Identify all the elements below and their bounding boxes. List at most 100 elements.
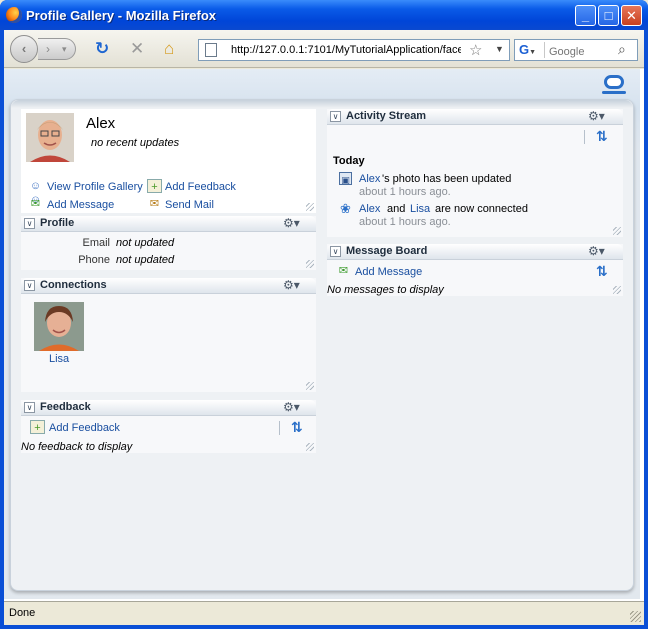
panel-title: Feedback (40, 401, 91, 413)
panel-header: ∨ Message Board ⚙▾ (327, 244, 623, 260)
panel-header: ∨ Activity Stream ⚙▾ (327, 109, 623, 125)
resize-grip[interactable] (306, 443, 314, 451)
gear-icon[interactable]: ⚙▾ (283, 279, 300, 292)
gear-icon[interactable]: ⚙▾ (588, 110, 605, 123)
add-message-link[interactable]: Add Message (47, 199, 114, 211)
collapse-chevron-icon[interactable]: ∨ (24, 280, 35, 291)
activity-group-label: Today (333, 155, 365, 167)
collapse-chevron-icon[interactable]: ∨ (24, 218, 35, 229)
maximize-button[interactable]: □ (598, 5, 619, 26)
add-feedback-icon[interactable]: + (30, 420, 45, 434)
add-message-icon[interactable]: ✉ (28, 197, 43, 211)
feedback-empty-text: No feedback to display (21, 441, 133, 453)
connections-panel: ∨ Connections ⚙▾ Lisa (21, 278, 316, 392)
avatar[interactable] (26, 113, 74, 162)
activity-user-link[interactable]: Alex (359, 203, 380, 215)
forward-button[interactable]: › ▾ (38, 38, 76, 60)
add-message-link[interactable]: Add Message (355, 266, 422, 278)
stop-icon[interactable]: ✕ (130, 39, 144, 59)
title-bar[interactable]: Profile Gallery - Mozilla Firefox _ □ ✕ (0, 0, 648, 30)
refresh-icon[interactable]: ⇅ (596, 129, 611, 144)
phone-label: Phone (78, 254, 110, 266)
forward-arrow-icon: › (46, 42, 50, 56)
add-feedback-link[interactable]: Add Feedback (49, 422, 120, 434)
panel-header: ∨ Connections ⚙▾ (21, 278, 316, 294)
collapse-chevron-icon[interactable]: ∨ (330, 111, 341, 122)
resize-grip[interactable] (613, 227, 621, 235)
message-board-empty-text: No messages to display (327, 284, 444, 296)
activity-text: are now connected (435, 203, 528, 215)
firefox-logo-icon (6, 7, 22, 23)
bookmark-star-icon[interactable]: ☆ (469, 41, 482, 59)
resize-grip[interactable] (613, 286, 621, 294)
send-mail-link[interactable]: Send Mail (165, 199, 214, 211)
activity-stream-panel: ∨ Activity Stream ⚙▾ ⇅ Today ▣ Alex 's p… (327, 109, 623, 237)
search-engine-icon[interactable]: G▼ (517, 42, 545, 58)
activity-user-link[interactable]: Alex (359, 173, 380, 185)
phone-value: not updated (116, 254, 175, 266)
panel-title: Profile (40, 217, 75, 229)
page-content: Alex no recent updates ☺☺ View Profile G… (4, 69, 644, 601)
photo-update-icon: ▣ (339, 172, 352, 185)
connection-name-link[interactable]: Lisa (49, 353, 69, 365)
add-feedback-icon[interactable]: + (147, 179, 162, 193)
connection-avatar[interactable] (34, 302, 84, 351)
url-input[interactable]: http://127.0.0.1:7101/MyTutorialApplicat… (231, 44, 461, 56)
search-icon[interactable]: ⌕ (618, 41, 626, 58)
panel-header: ∨ Profile ⚙▾ (21, 216, 316, 232)
activity-text: 's photo has been updated (382, 173, 512, 185)
resize-grip[interactable] (306, 203, 314, 211)
view-profile-gallery-link[interactable]: View Profile Gallery (47, 181, 143, 193)
dashboard-area: Alex no recent updates ☺☺ View Profile G… (10, 99, 634, 591)
connection-icon: ❀ (340, 201, 351, 216)
feedback-panel: ∨ Feedback ⚙▾ + Add Feedback ⇅ No feedba… (21, 400, 316, 453)
window-title: Profile Gallery - Mozilla Firefox (26, 8, 216, 23)
resize-grip[interactable] (306, 382, 314, 390)
profile-panel: ∨ Profile ⚙▾ Email not updated Phone not… (21, 216, 316, 270)
activity-user-link[interactable]: Lisa (410, 203, 430, 215)
panel-title: Activity Stream (346, 110, 427, 122)
url-dropdown-icon[interactable]: ▼ (495, 44, 504, 54)
gear-icon[interactable]: ⚙▾ (283, 217, 300, 230)
minimize-button[interactable]: _ (575, 5, 596, 26)
resize-grip[interactable] (306, 260, 314, 268)
search-bar[interactable]: G▼ ⌕ (514, 39, 638, 61)
email-label: Email (82, 237, 110, 249)
back-button[interactable]: ‹ (10, 35, 38, 63)
oracle-logo-icon (604, 75, 624, 89)
close-button[interactable]: ✕ (621, 5, 642, 26)
mail-icon[interactable]: ✉ (147, 197, 162, 211)
toolbar-separator (584, 130, 585, 144)
navigation-toolbar: ‹ › ▾ ↻ ✕ ⌂ http://127.0.0.1:7101/MyTuto… (4, 30, 644, 68)
browser-frame: ‹ › ▾ ↻ ✕ ⌂ http://127.0.0.1:7101/MyTuto… (4, 30, 644, 625)
oracle-logo-underline (602, 91, 626, 94)
collapse-chevron-icon[interactable]: ∨ (24, 402, 35, 413)
gear-icon[interactable]: ⚙▾ (283, 401, 300, 414)
activity-time: about 1 hours ago. (359, 186, 451, 198)
add-feedback-link[interactable]: Add Feedback (165, 181, 236, 193)
page-icon (205, 43, 217, 57)
refresh-icon[interactable]: ⇅ (596, 264, 611, 279)
status-text: Done (9, 607, 36, 619)
activity-time: about 1 hours ago. (359, 216, 451, 228)
email-value: not updated (116, 237, 175, 249)
collapse-chevron-icon[interactable]: ∨ (330, 246, 341, 257)
profile-card: Alex no recent updates ☺☺ View Profile G… (21, 109, 316, 213)
reload-icon[interactable]: ↻ (95, 39, 109, 59)
panel-title: Message Board (346, 245, 428, 257)
add-message-icon[interactable]: ✉ (336, 264, 351, 278)
status-bar: Done (4, 601, 644, 625)
address-bar[interactable]: http://127.0.0.1:7101/MyTutorialApplicat… (198, 39, 510, 61)
dashboard-top-band (11, 100, 633, 108)
profile-status: no recent updates (91, 137, 180, 149)
search-input[interactable] (549, 45, 609, 59)
history-dropdown-icon[interactable]: ▾ (62, 39, 67, 59)
browser-window: Profile Gallery - Mozilla Firefox _ □ ✕ … (0, 0, 648, 629)
people-icon[interactable]: ☺☺ (28, 179, 43, 206)
toolbar-separator (279, 421, 280, 435)
window-resize-grip[interactable] (630, 611, 641, 622)
home-icon[interactable]: ⌂ (164, 39, 174, 59)
refresh-icon[interactable]: ⇅ (291, 420, 306, 435)
panel-header: ∨ Feedback ⚙▾ (21, 400, 316, 416)
gear-icon[interactable]: ⚙▾ (588, 245, 605, 258)
